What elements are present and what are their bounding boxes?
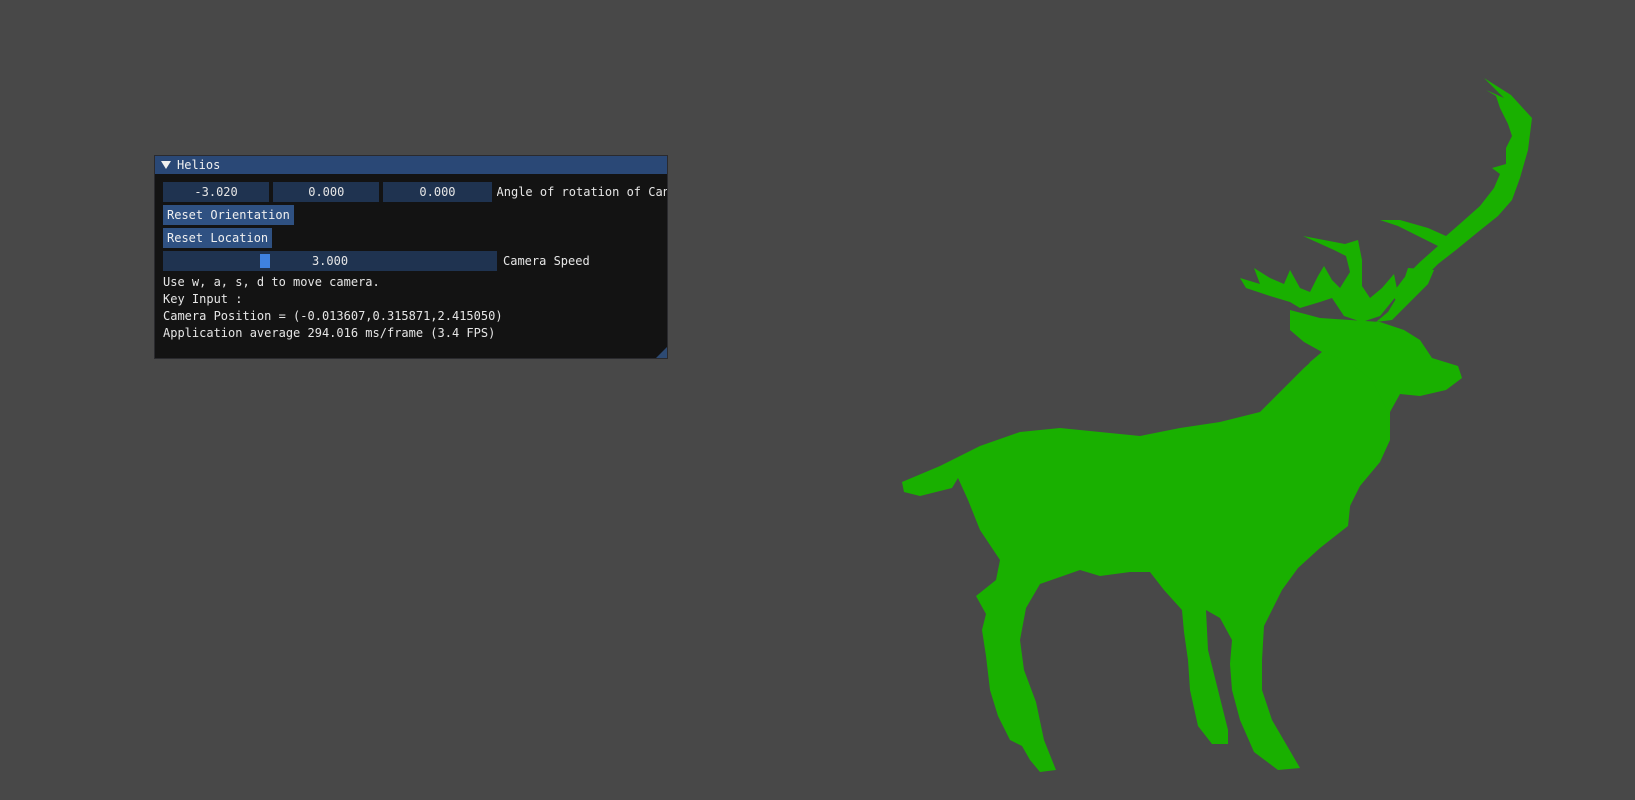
camera-speed-row: 3.000 Camera Speed [163, 251, 667, 271]
window-title-bar[interactable]: Helios [155, 156, 667, 174]
window-content: -3.020 0.000 0.000 Angle of rotation of … [163, 182, 667, 342]
move-hint-text: Use w, a, s, d to move camera. [163, 275, 380, 289]
slider-grab-handle[interactable] [260, 254, 270, 268]
reset-location-row: Reset Location [163, 228, 667, 248]
camera-speed-value: 3.000 [311, 254, 349, 268]
helios-window[interactable]: Helios -3.020 0.000 0.000 Angle of rotat… [154, 155, 668, 359]
rotation-label: Angle of rotation of Can [496, 185, 668, 199]
camera-speed-slider[interactable]: 3.000 [163, 251, 497, 271]
deer-model [902, 78, 1532, 772]
reset-orientation-row: Reset Orientation [163, 205, 667, 225]
rotation-z-field[interactable]: 0.000 [383, 182, 492, 202]
reset-orientation-button[interactable]: Reset Orientation [163, 205, 294, 225]
camera-speed-label: Camera Speed [503, 254, 590, 268]
reset-location-button[interactable]: Reset Location [163, 228, 273, 248]
collapse-arrow-icon[interactable] [161, 161, 171, 169]
rotation-row: -3.020 0.000 0.000 Angle of rotation of … [163, 182, 667, 202]
rotation-x-field[interactable]: -3.020 [163, 182, 270, 202]
render-viewport[interactable]: Helios -3.020 0.000 0.000 Angle of rotat… [0, 0, 1635, 800]
window-title: Helios [177, 158, 221, 172]
scene-canvas [902, 78, 1532, 772]
rotation-y-field[interactable]: 0.000 [273, 182, 380, 202]
key-input-text: Key Input : [163, 292, 243, 306]
camera-position-text: Camera Position = (-0.013607,0.315871,2.… [163, 309, 503, 323]
resize-grip-icon[interactable] [656, 347, 667, 358]
fps-text: Application average 294.016 ms/frame (3.… [163, 326, 496, 340]
